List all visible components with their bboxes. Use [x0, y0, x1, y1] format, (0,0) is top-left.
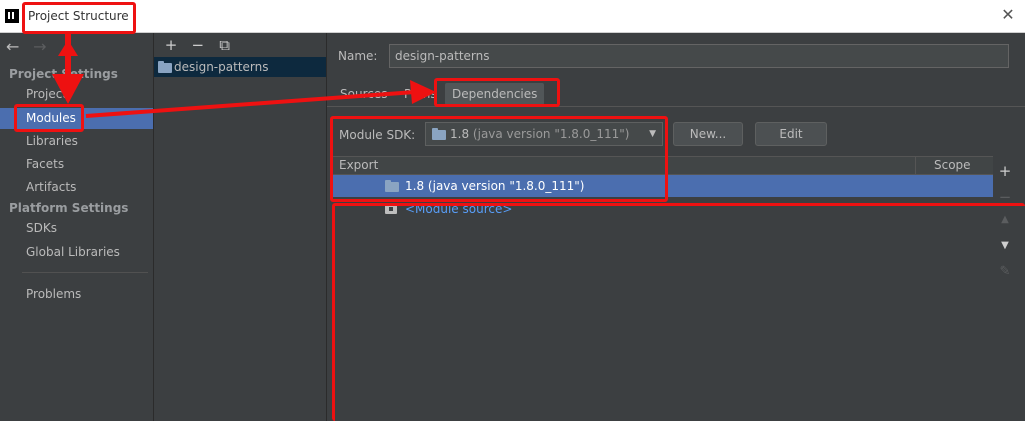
edit-sdk-button[interactable]: Edit — [755, 122, 827, 146]
nav-item-artifacts[interactable]: Artifacts — [0, 177, 153, 198]
tab-divider — [327, 106, 1025, 107]
nav-item-problems[interactable]: Problems — [0, 284, 153, 305]
nav-item-project[interactable]: Project — [0, 84, 153, 105]
back-arrow-icon[interactable]: ← — [6, 37, 28, 56]
table-header: Export Scope — [333, 156, 993, 175]
sdk-folder-icon — [432, 128, 446, 140]
edit-dependency-icon[interactable]: ✎ — [993, 264, 1017, 279]
nav-item-sdks[interactable]: SDKs — [0, 218, 153, 239]
new-sdk-button[interactable]: New... — [673, 122, 743, 146]
chevron-down-icon: ▼ — [649, 129, 656, 139]
table-row-jdk[interactable]: 1.8 (java version "1.8.0_111") — [333, 175, 993, 197]
module-sdk-dropdown[interactable]: 1.8 (java version "1.8.0_111") ▼ — [425, 122, 663, 146]
col-export[interactable]: Export — [339, 158, 378, 172]
nav-item-facets[interactable]: Facets — [0, 154, 153, 175]
nav-item-libraries[interactable]: Libraries — [0, 131, 153, 152]
add-module-icon[interactable]: + — [160, 36, 182, 54]
jdk-row-label: 1.8 (java version "1.8.0_111") — [405, 179, 585, 193]
module-list-panel: + − ⧉ design-patterns — [153, 33, 327, 421]
move-up-icon[interactable]: ▲ — [993, 214, 1017, 225]
col-scope[interactable]: Scope — [934, 158, 971, 172]
copy-module-icon[interactable]: ⧉ — [214, 36, 236, 54]
module-source-icon — [385, 204, 397, 214]
table-row-module-source[interactable]: <Module source> — [333, 198, 993, 220]
tab-dependencies[interactable]: Dependencies — [445, 83, 545, 105]
project-settings-header: Project Settings — [9, 67, 118, 81]
module-source-label: <Module source> — [405, 202, 513, 216]
left-nav: ← → Project Settings Project Modules Lib… — [0, 33, 153, 421]
module-item-label: design-patterns — [174, 60, 269, 74]
sdk-version: 1.8 — [450, 127, 470, 141]
move-down-icon[interactable]: ▼ — [993, 240, 1017, 251]
nav-divider — [22, 272, 148, 273]
sdk-version-text: (java version "1.8.0_111") — [472, 127, 630, 141]
module-folder-icon — [158, 61, 172, 73]
nav-item-global-libraries[interactable]: Global Libraries — [0, 242, 153, 263]
dependencies-table: Export Scope 1.8 (java version "1.8.0_11… — [333, 156, 993, 421]
title-bar: Project Structure ✕ — [0, 0, 1025, 33]
tab-sources[interactable]: Sources — [340, 83, 387, 105]
module-toolbar: + − ⧉ — [160, 36, 236, 54]
window-title: Project Structure — [28, 9, 129, 23]
header-separator — [915, 157, 916, 175]
jdk-folder-icon — [385, 180, 399, 192]
module-item-design-patterns[interactable]: design-patterns — [154, 57, 326, 77]
module-detail-panel: Name: Sources Paths Dependencies Module … — [327, 33, 1025, 421]
close-icon[interactable]: ✕ — [998, 5, 1018, 25]
forward-arrow-icon[interactable]: → — [33, 37, 55, 56]
tab-paths[interactable]: Paths — [404, 83, 437, 105]
nav-arrows: ← → — [6, 37, 55, 56]
intellij-logo-icon — [5, 9, 19, 23]
remove-dependency-icon[interactable]: − — [993, 188, 1017, 206]
module-name-input[interactable] — [389, 44, 1009, 68]
nav-item-modules[interactable]: Modules — [0, 108, 153, 129]
name-label: Name: — [338, 49, 378, 63]
module-sdk-label: Module SDK: — [339, 128, 416, 142]
platform-settings-header: Platform Settings — [9, 201, 129, 215]
remove-module-icon[interactable]: − — [187, 36, 209, 54]
dependency-side-toolbar: + − ▲ ▼ ✎ — [993, 156, 1017, 356]
add-dependency-icon[interactable]: + — [993, 162, 1017, 180]
